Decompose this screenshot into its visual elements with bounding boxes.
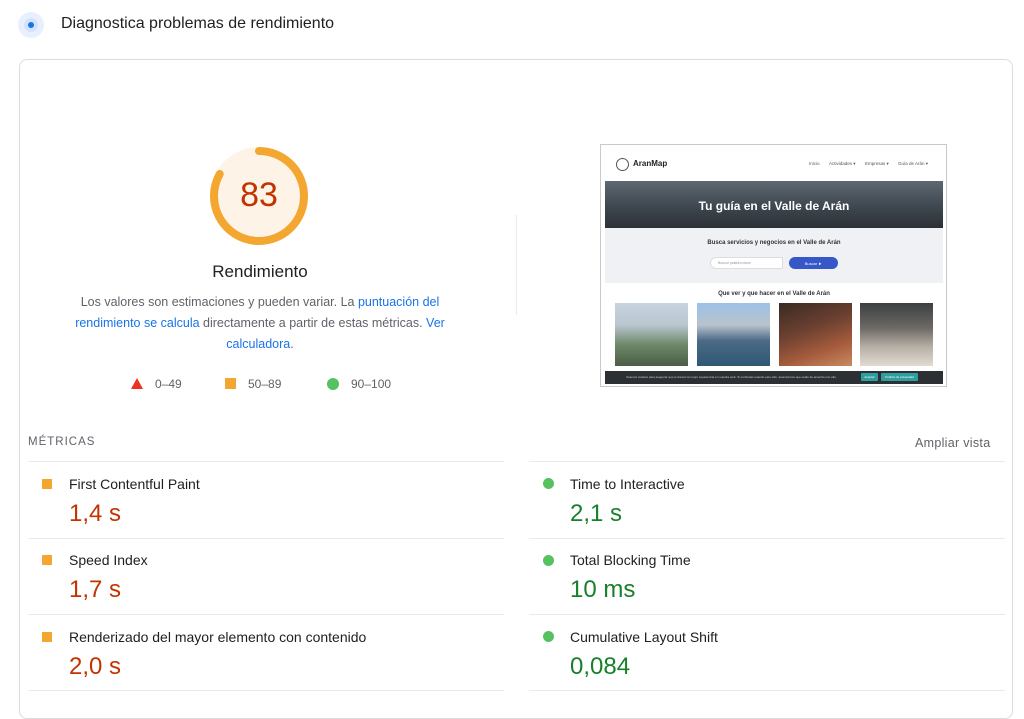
square-icon — [225, 378, 236, 390]
site-search-placeholder: Buscar palabra clave — [718, 261, 751, 265]
score-value: 83 — [240, 176, 278, 214]
square-icon — [42, 555, 52, 565]
site-cookie-policy-label: Política de privacidad — [885, 375, 914, 379]
site-nav-item: Empresas ▾ — [865, 161, 889, 166]
legend-pass: 90–100 — [327, 376, 391, 392]
score-label: Rendimiento — [212, 262, 308, 281]
description-text: Los valores son estimaciones y pueden va… — [80, 295, 358, 309]
site-nav-item: Guía de Arán ▾ — [898, 161, 929, 166]
metrics-divider — [529, 461, 1005, 462]
description-text: directamente a partir de estas métricas. — [199, 316, 427, 330]
metrics-divider — [28, 538, 504, 539]
circle-icon — [327, 377, 339, 390]
score-description: Los valores son estimaciones y pueden va… — [60, 292, 460, 355]
metric-tti-name: Time to Interactive — [570, 476, 685, 492]
square-icon — [42, 479, 52, 489]
metric-fcp-value: 1,4 s — [69, 500, 122, 527]
expand-view-toggle[interactable]: Ampliar vista — [915, 436, 990, 450]
section-title: Diagnostica problemas de rendimiento — [61, 15, 335, 32]
metrics-divider — [529, 614, 1005, 615]
site-search-button-label: Buscar ► — [804, 261, 823, 266]
site-cookie-accept-label: Aceptar — [864, 375, 875, 379]
section-header: Diagnostica problemas de rendimiento — [0, 0, 1024, 50]
site-image-interior — [860, 303, 933, 366]
final-screenshot[interactable]: AranMap Inicio Actividades ▾ Empresas ▾ … — [600, 144, 947, 387]
metrics-divider — [529, 690, 1005, 691]
legend-fail: 0–49 — [131, 376, 182, 392]
site-search-title: Busca servicios y negocios en el Valle d… — [707, 240, 841, 246]
description-text: . — [290, 337, 294, 351]
site-hero: Tu guía en el Valle de Arán — [605, 181, 943, 228]
metric-lcp-name: Renderizado del mayor elemento con conte… — [69, 629, 367, 645]
circle-icon — [543, 478, 554, 489]
metric-si-name: Speed Index — [69, 552, 148, 568]
lighthouse-icon — [18, 12, 44, 38]
legend-average-range: 50–89 — [248, 376, 282, 391]
site-brand: AranMap — [633, 159, 668, 168]
metrics-section-label: MÉTRICAS — [28, 436, 96, 448]
metrics-divider — [28, 614, 504, 615]
square-icon — [42, 632, 52, 642]
legend-pass-range: 90–100 — [351, 376, 392, 391]
site-image-food — [779, 303, 852, 366]
metric-lcp-value: 2,0 s — [69, 653, 122, 680]
site-hero-title: Tu guía en el Valle de Arán — [698, 199, 850, 213]
aranmap-logo-icon — [616, 158, 629, 171]
metrics-divider — [28, 690, 504, 691]
site-image-mountains — [615, 303, 688, 366]
site-cookie-text: Usamos cookies para asegurar que te damo… — [626, 375, 837, 379]
metric-si-value: 1,7 s — [69, 576, 122, 603]
site-image-lake — [697, 303, 770, 366]
triangle-icon — [131, 378, 143, 390]
legend-average: 50–89 — [225, 376, 281, 392]
metrics-divider — [28, 461, 504, 462]
metric-tti-value: 2,1 s — [570, 500, 623, 527]
site-section-title: Que ver y que hacer en el Valle de Arán — [718, 291, 830, 297]
metric-fcp-name: First Contentful Paint — [69, 476, 200, 492]
metric-tbt-value: 10 ms — [570, 576, 636, 603]
metric-cls-name: Cumulative Layout Shift — [570, 629, 718, 645]
metric-tbt-name: Total Blocking Time — [570, 552, 691, 568]
metric-cls-value: 0,084 — [570, 653, 631, 680]
site-nav-item: Actividades ▾ — [829, 161, 856, 166]
circle-icon — [543, 555, 554, 566]
site-nav-item: Inicio — [809, 161, 820, 166]
legend-fail-range: 0–49 — [155, 376, 182, 391]
metrics-divider — [529, 538, 1005, 539]
circle-icon — [543, 631, 554, 642]
vertical-divider — [516, 215, 517, 315]
site-search-section — [605, 228, 943, 283]
